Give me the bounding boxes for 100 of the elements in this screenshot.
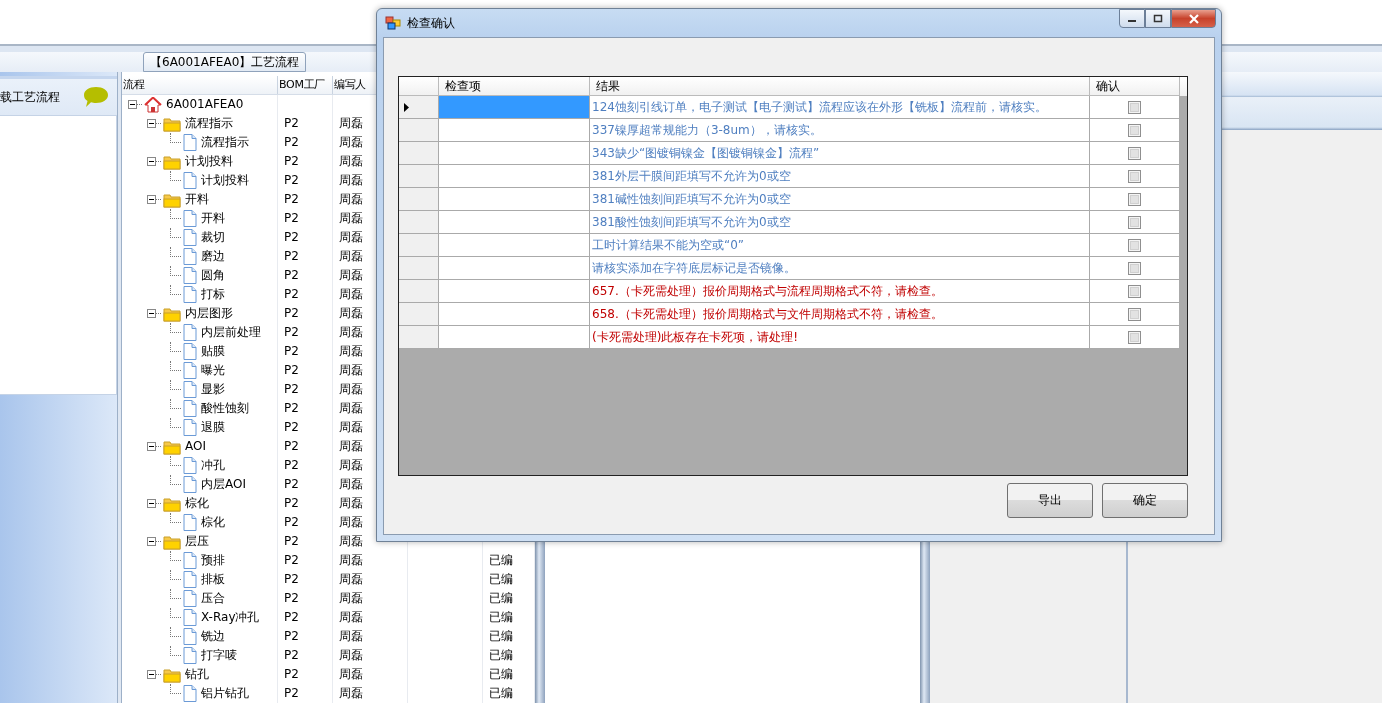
- table-cell: P2: [284, 610, 299, 624]
- splitter-bar[interactable]: [117, 72, 122, 703]
- column-header[interactable]: 流程: [123, 78, 145, 91]
- file-icon: [183, 267, 197, 284]
- tree-item[interactable]: 开料: [185, 190, 209, 209]
- table-cell: P2: [284, 154, 299, 168]
- tree-item[interactable]: 显影: [201, 380, 225, 399]
- tree-item[interactable]: 铝片钻孔: [201, 684, 249, 703]
- checkbox[interactable]: [1128, 146, 1141, 160]
- tree-item[interactable]: 打标: [201, 285, 225, 304]
- tree-item[interactable]: 内层图形: [185, 304, 233, 323]
- collapse-icon[interactable]: [147, 499, 156, 508]
- checkbox[interactable]: [1128, 307, 1141, 321]
- tab[interactable]: 【6A001AFEA0】工艺流程: [143, 52, 307, 72]
- collapse-icon[interactable]: [147, 537, 156, 546]
- table-cell: P2: [284, 401, 299, 415]
- checkbox[interactable]: [1128, 169, 1141, 183]
- file-icon: [183, 381, 197, 398]
- tree-item[interactable]: 流程指示: [201, 133, 249, 152]
- app-icon: [385, 16, 401, 30]
- table-cell[interactable]: [439, 96, 590, 119]
- tree-item[interactable]: 曝光: [201, 361, 225, 380]
- collapse-icon[interactable]: [147, 309, 156, 318]
- tree-item[interactable]: 打字唛: [201, 646, 237, 665]
- folder-icon: [163, 115, 181, 132]
- table-cell: 周磊: [339, 211, 363, 225]
- tree-item[interactable]: 内层前处理: [201, 323, 261, 342]
- collapse-icon[interactable]: [147, 442, 156, 451]
- table-cell: P2: [284, 382, 299, 396]
- table-cell: 周磊: [339, 382, 363, 396]
- file-icon: [183, 457, 197, 474]
- collapse-icon[interactable]: [147, 157, 156, 166]
- table-cell[interactable]: [439, 165, 590, 188]
- row-header[interactable]: [399, 96, 439, 119]
- tree-item[interactable]: 贴膜: [201, 342, 225, 361]
- collapse-icon[interactable]: [147, 119, 156, 128]
- tree-item[interactable]: AOI: [185, 437, 206, 456]
- table-cell[interactable]: [439, 142, 590, 165]
- minimize-button[interactable]: [1119, 9, 1145, 28]
- table-cell: 337镍厚超常规能力（3-8um），请核实。: [590, 119, 1090, 142]
- tree-item[interactable]: 磨边: [201, 247, 225, 266]
- table-cell: 周磊: [339, 439, 363, 453]
- checkbox[interactable]: [1128, 284, 1141, 298]
- close-button[interactable]: [1171, 9, 1216, 28]
- checkbox[interactable]: [1128, 261, 1141, 275]
- tree-item[interactable]: 排板: [201, 570, 225, 589]
- export-button[interactable]: 导出: [1007, 483, 1093, 518]
- table-cell[interactable]: [439, 303, 590, 326]
- tree-item[interactable]: 退膜: [201, 418, 225, 437]
- tree-item[interactable]: 层压: [185, 532, 209, 551]
- table-cell[interactable]: [439, 188, 590, 211]
- checkbox[interactable]: [1128, 215, 1141, 229]
- table-cell[interactable]: [439, 234, 590, 257]
- table-cell[interactable]: [439, 326, 590, 349]
- table-cell: P2: [284, 591, 299, 605]
- column-header[interactable]: 编写人: [334, 78, 367, 91]
- checkbox[interactable]: [1128, 100, 1141, 114]
- tree-item[interactable]: 棕化: [185, 494, 209, 513]
- tree-item[interactable]: X-Ray冲孔: [201, 608, 260, 627]
- tree-item[interactable]: 棕化: [201, 513, 225, 532]
- table-cell: P2: [284, 116, 299, 130]
- table-cell[interactable]: [439, 280, 590, 303]
- table-cell: 周磊: [339, 363, 363, 377]
- tree-item[interactable]: 铣边: [201, 627, 225, 646]
- file-icon: [183, 343, 197, 360]
- file-icon: [183, 172, 197, 189]
- tree-item[interactable]: 预排: [201, 551, 225, 570]
- file-icon: [183, 571, 197, 588]
- table-cell: 658.（卡死需处理）报价周期格式与文件周期格式不符，请检查。: [590, 303, 1090, 326]
- table-cell[interactable]: [439, 119, 590, 142]
- column-header[interactable]: BOM工厂: [279, 78, 325, 91]
- table-cell: 381外层干膜间距填写不允许为0或空: [590, 165, 1090, 188]
- tree-item[interactable]: 冲孔: [201, 456, 225, 475]
- tree-item[interactable]: 压合: [201, 589, 225, 608]
- table-cell[interactable]: [439, 257, 590, 280]
- table-cell[interactable]: [439, 211, 590, 234]
- window-title: 检查确认: [407, 14, 456, 32]
- collapse-icon[interactable]: [147, 195, 156, 204]
- tree-item[interactable]: 裁切: [201, 228, 225, 247]
- tree-item[interactable]: 内层AOI: [201, 475, 246, 494]
- checkbox[interactable]: [1128, 123, 1141, 137]
- checkbox[interactable]: [1128, 192, 1141, 206]
- ok-button[interactable]: 确定: [1102, 483, 1188, 518]
- file-icon: [183, 400, 197, 417]
- tree-item[interactable]: 6A001AFEA0: [166, 95, 244, 114]
- tree-item[interactable]: 开料: [201, 209, 225, 228]
- checkbox[interactable]: [1128, 330, 1141, 344]
- tree-item[interactable]: 计划投料: [185, 152, 233, 171]
- collapse-icon[interactable]: [128, 100, 137, 109]
- chat-bubble-icon[interactable]: [83, 86, 109, 108]
- table-cell: 周磊: [339, 420, 363, 434]
- tree-item[interactable]: 流程指示: [185, 114, 233, 133]
- checkbox[interactable]: [1128, 238, 1141, 252]
- maximize-button[interactable]: [1145, 9, 1171, 28]
- tree-item[interactable]: 钻孔: [185, 665, 209, 684]
- tree-item[interactable]: 计划投料: [201, 171, 249, 190]
- table-cell: 周磊: [339, 116, 363, 130]
- collapse-icon[interactable]: [147, 670, 156, 679]
- tree-item[interactable]: 圆角: [201, 266, 225, 285]
- tree-item[interactable]: 酸性蚀刻: [201, 399, 249, 418]
